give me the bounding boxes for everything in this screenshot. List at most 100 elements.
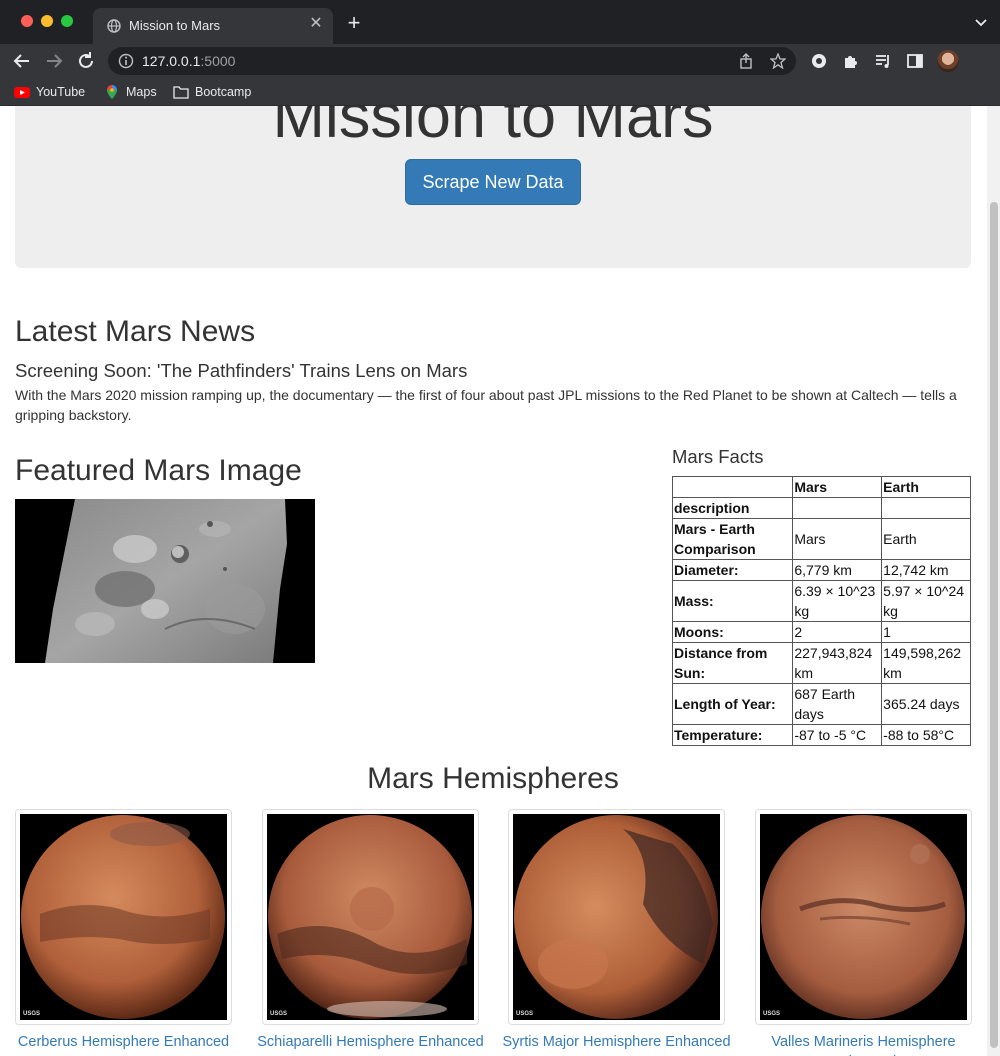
back-arrow-icon[interactable]	[11, 50, 33, 72]
bookmark-maps[interactable]: Maps	[104, 84, 164, 100]
facts-row-label: Temperature:	[671, 724, 794, 746]
news-title: Screening Soon: 'The Pathfinders' Trains…	[15, 360, 468, 381]
usgs-logo: USGS	[516, 1011, 534, 1017]
facts-row-label: Distance from Sun:	[671, 642, 794, 684]
bookmark-label: Maps	[126, 85, 157, 99]
scrape-new-data-button[interactable]: Scrape New Data	[405, 159, 581, 205]
forward-arrow-icon[interactable]	[43, 50, 65, 72]
profile-avatar[interactable]	[937, 50, 959, 72]
facts-cell-mars: 227,943,824 km	[792, 642, 883, 684]
syrtis-major-globe-image	[514, 815, 718, 1019]
share-icon[interactable]	[738, 53, 754, 69]
browser-toolbar: 127.0.0.1:5000	[0, 44, 1000, 78]
maximize-window-button[interactable]	[61, 15, 73, 27]
side-panel-icon[interactable]	[906, 52, 924, 70]
hemisphere-title-link[interactable]: Syrtis Major Hemisphere Enhanced	[498, 1032, 735, 1052]
facts-cell-mars: 687 Earth days	[792, 683, 883, 725]
bookmark-star-icon[interactable]	[770, 53, 786, 69]
mars-facts-table: Mars Earth description Mars - Earth Comp…	[671, 476, 971, 746]
browser-tab-active[interactable]: Mission to Mars ✕	[93, 8, 333, 44]
bookmark-folder-bootcamp[interactable]: Bootcamp	[173, 84, 263, 100]
hemisphere-title-link[interactable]: Cerberus Hemisphere Enhanced	[5, 1032, 242, 1052]
facts-cell-earth: 149,598,262 km	[881, 642, 971, 684]
facts-row-label: Mars - Earth Comparison	[671, 518, 794, 560]
news-paragraph: With the Mars 2020 mission ramping up, t…	[15, 387, 957, 423]
facts-cell-earth: 12,742 km	[881, 559, 971, 581]
jumbotron: Mission to Mars Scrape New Data	[15, 106, 971, 268]
hemisphere-thumbnail[interactable]: USGS	[508, 809, 725, 1025]
facts-cell-mars: 6.39 × 10^23 kg	[792, 580, 883, 622]
facts-cell-mars: Mars	[792, 518, 883, 560]
table-row: Diameter: 6,779 km 12,742 km	[671, 559, 971, 581]
page-title: Mission to Mars	[272, 106, 714, 151]
schiaparelli-globe-image	[268, 815, 472, 1019]
table-row: Mars - Earth Comparison Mars Earth	[671, 518, 971, 560]
facts-row-label: description	[671, 497, 794, 519]
site-info-icon[interactable]	[118, 53, 134, 69]
featured-mars-image[interactable]	[15, 499, 315, 663]
facts-cell-earth: 365.24 days	[881, 683, 971, 725]
valles-marineris-globe-image	[761, 815, 965, 1019]
table-row: Temperature: -87 to -5 °C -88 to 58°C	[671, 724, 971, 746]
new-tab-button[interactable]: +	[344, 12, 364, 34]
news-heading: Latest Mars News	[15, 315, 256, 348]
facts-row-label: Moons:	[671, 621, 794, 643]
facts-cell-mars: 6,779 km	[792, 559, 883, 581]
media-playlist-icon[interactable]	[874, 52, 892, 70]
globe-icon	[107, 19, 121, 33]
mars-surface-image	[15, 499, 315, 663]
address-bar[interactable]: 127.0.0.1:5000	[108, 47, 796, 75]
featured-image-heading: Featured Mars Image	[15, 454, 302, 487]
facts-cell-earth: 5.97 × 10^24 kg	[881, 580, 971, 622]
facts-column-header: Earth	[881, 476, 971, 498]
table-row: Distance from Sun: 227,943,824 km 149,59…	[671, 642, 971, 684]
folder-icon	[173, 86, 189, 99]
facts-row-label: Mass:	[671, 580, 794, 622]
facts-cell-earth: Earth	[881, 518, 971, 560]
hemisphere-image-frame: USGS	[20, 814, 227, 1020]
hemispheres-heading: Mars Hemispheres	[367, 762, 619, 795]
hemisphere-thumbnail[interactable]: USGS	[262, 809, 479, 1025]
facts-column-header: Mars	[792, 476, 883, 498]
minimize-window-button[interactable]	[41, 15, 53, 27]
maps-pin-icon	[107, 85, 117, 99]
usgs-logo: USGS	[763, 1011, 781, 1017]
hemisphere-title-link[interactable]: Schiaparelli Hemisphere Enhanced	[252, 1032, 489, 1052]
facts-cell-earth: 1	[881, 621, 971, 643]
hemisphere-image-frame: USGS	[267, 814, 474, 1020]
table-row: Length of Year: 687 Earth days 365.24 da…	[671, 683, 971, 725]
browser-tab-strip: Mission to Mars ✕ +	[0, 0, 1000, 44]
reload-icon[interactable]	[75, 50, 97, 72]
facts-cell-mars: 2	[792, 621, 883, 643]
facts-cell-earth: -88 to 58°C	[881, 724, 971, 746]
facts-row-label: Length of Year:	[671, 683, 794, 725]
facts-cell-mars	[792, 497, 883, 519]
hemisphere-thumbnail[interactable]: USGS	[15, 809, 232, 1025]
youtube-icon	[14, 87, 30, 98]
table-row: Mass: 6.39 × 10^23 kg 5.97 × 10^24 kg	[671, 580, 971, 622]
bookmark-label: Bootcamp	[195, 85, 252, 99]
page-viewport: Mission to Mars Scrape New Data Latest M…	[0, 106, 1000, 1056]
facts-column-header	[671, 476, 794, 498]
hemisphere-title-link[interactable]: Valles Marineris Hemisphere Enhanced	[745, 1032, 982, 1056]
tab-search-chevron-icon[interactable]	[974, 16, 988, 30]
table-row: description	[671, 497, 971, 519]
close-window-button[interactable]	[21, 15, 33, 27]
url-host: 127.0.0.1	[142, 53, 201, 69]
mars-facts-heading: Mars Facts	[672, 446, 764, 467]
hemisphere-image-frame: USGS	[760, 814, 967, 1020]
bookmark-youtube[interactable]: YouTube	[14, 84, 94, 100]
page-scrollbar-thumb[interactable]	[990, 202, 998, 1048]
cerberus-globe-image	[21, 815, 225, 1019]
hemisphere-thumbnail[interactable]: USGS	[755, 809, 972, 1025]
usgs-logo: USGS	[270, 1011, 288, 1017]
puzzle-extensions-icon[interactable]	[842, 52, 860, 70]
facts-row-label: Diameter:	[671, 559, 794, 581]
bookmark-label: YouTube	[36, 85, 86, 99]
extension-icon[interactable]	[810, 52, 828, 70]
hemisphere-image-frame: USGS	[513, 814, 720, 1020]
url-port: :5000	[200, 53, 236, 69]
close-tab-icon[interactable]: ✕	[307, 15, 325, 33]
usgs-logo: USGS	[23, 1011, 41, 1017]
table-row: Moons: 2 1	[671, 621, 971, 643]
